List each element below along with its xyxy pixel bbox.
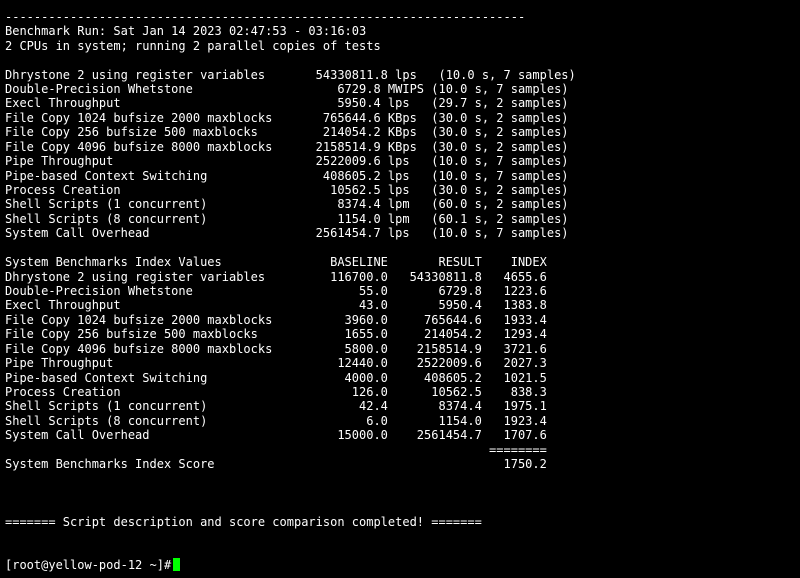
terminal-line: Dhrystone 2 using register variables 543…	[5, 68, 576, 82]
terminal-line: File Copy 256 bufsize 500 maxblocks 1655…	[5, 327, 547, 341]
terminal-line: Pipe-based Context Switching 4000.0 4086…	[5, 371, 547, 385]
terminal-line: ========	[5, 443, 547, 457]
terminal-line: Pipe-based Context Switching 408605.2 lp…	[5, 169, 569, 183]
terminal-line: Shell Scripts (1 concurrent) 42.4 8374.4…	[5, 399, 547, 413]
terminal-line: Shell Scripts (1 concurrent) 8374.4 lpm …	[5, 197, 569, 211]
terminal-line: ----------------------------------------…	[5, 10, 526, 24]
terminal-line: File Copy 4096 bufsize 8000 maxblocks 21…	[5, 140, 569, 154]
terminal-line: File Copy 256 bufsize 500 maxblocks 2140…	[5, 125, 569, 139]
terminal-line: ======= Script description and score com…	[5, 515, 482, 529]
terminal-line: 2 CPUs in system; running 2 parallel cop…	[5, 39, 381, 53]
terminal-line: Double-Precision Whetstone 6729.8 MWIPS …	[5, 82, 569, 96]
terminal-line: System Benchmarks Index Values BASELINE …	[5, 255, 547, 269]
terminal-line: File Copy 1024 bufsize 2000 maxblocks 39…	[5, 313, 547, 327]
terminal-line: File Copy 4096 bufsize 8000 maxblocks 58…	[5, 342, 547, 356]
terminal-line: System Benchmarks Index Score 1750.2	[5, 457, 547, 471]
terminal-line: Execl Throughput 43.0 5950.4 1383.8	[5, 298, 547, 312]
terminal-line: System Call Overhead 15000.0 2561454.7 1…	[5, 428, 547, 442]
cursor-block	[173, 558, 181, 571]
terminal-line: Pipe Throughput 2522009.6 lps (10.0 s, 7…	[5, 154, 569, 168]
terminal-line: Shell Scripts (8 concurrent) 6.0 1154.0 …	[5, 414, 547, 428]
terminal-line: Dhrystone 2 using register variables 116…	[5, 270, 547, 284]
prompt-line[interactable]: [root@yellow-pod-12 ~]#	[5, 558, 181, 572]
terminal-line: Process Creation 126.0 10562.5 838.3	[5, 385, 547, 399]
shell-prompt: [root@yellow-pod-12 ~]#	[5, 558, 172, 572]
terminal-line: Benchmark Run: Sat Jan 14 2023 02:47:53 …	[5, 24, 367, 38]
terminal-line: Double-Precision Whetstone 55.0 6729.8 1…	[5, 284, 547, 298]
terminal-line: System Call Overhead 2561454.7 lps (10.0…	[5, 226, 569, 240]
terminal-line: Execl Throughput 5950.4 lps (29.7 s, 2 s…	[5, 96, 569, 110]
terminal-line: Shell Scripts (8 concurrent) 1154.0 lpm …	[5, 212, 569, 226]
terminal-line: Process Creation 10562.5 lps (30.0 s, 2 …	[5, 183, 569, 197]
terminal-line: Pipe Throughput 12440.0 2522009.6 2027.3	[5, 356, 547, 370]
terminal-line: File Copy 1024 bufsize 2000 maxblocks 76…	[5, 111, 569, 125]
terminal-window[interactable]: ----------------------------------------…	[0, 0, 800, 578]
